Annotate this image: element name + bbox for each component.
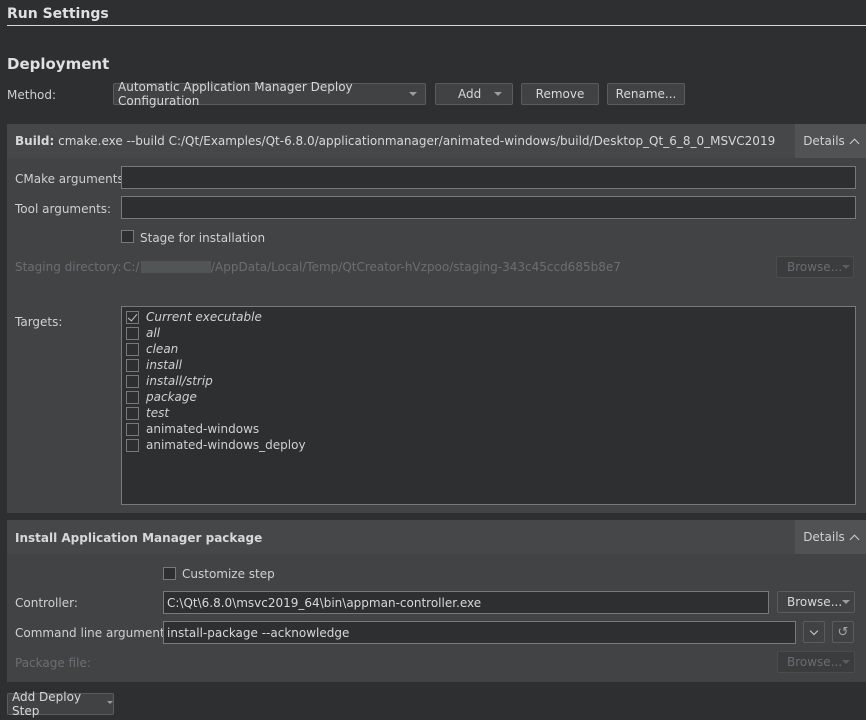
target-label: package	[146, 390, 197, 404]
target-item[interactable]: animated-windows	[126, 421, 259, 437]
chevron-down-icon	[809, 626, 819, 635]
target-label: clean	[146, 342, 179, 356]
controller-browse-button[interactable]: Browse...	[777, 591, 855, 613]
controller-label: Controller:	[15, 596, 78, 610]
method-select-value: Automatic Application Manager Deploy Con…	[118, 80, 353, 108]
tool-args-input[interactable]	[121, 196, 856, 219]
package-browse-button[interactable]: Browse...	[777, 651, 855, 673]
targets-list[interactable]: Current executable all clean install install…	[121, 306, 856, 505]
staging-directory-path: /AppData/Local/Temp/QtCreator-hVzpoo/sta…	[211, 260, 621, 274]
targets-label: Targets:	[15, 315, 63, 329]
target-item[interactable]: animated-windows_deploy	[126, 437, 306, 453]
target-item[interactable]: all	[126, 325, 160, 341]
target-checkbox[interactable]	[126, 390, 139, 404]
remove-button[interactable]: Remove	[521, 83, 599, 105]
section-title: Deployment	[7, 55, 110, 73]
target-label: all	[146, 326, 161, 340]
details-label: Details	[803, 134, 845, 148]
customize-step-checkbox[interactable]	[163, 567, 176, 580]
dropdown-arrow-icon	[842, 265, 851, 269]
target-checkbox[interactable]	[126, 310, 139, 324]
cmdline-expand-button[interactable]	[803, 621, 825, 643]
target-checkbox[interactable]	[126, 342, 139, 356]
page-title: Run Settings	[7, 6, 109, 22]
add-deploy-step-button[interactable]: Add Deploy Step	[7, 690, 114, 718]
install-step-title: Install Application Manager package	[15, 531, 263, 545]
install-details-toggle[interactable]: Details	[795, 520, 866, 554]
cmdline-args-label: Command line arguments:	[15, 626, 175, 640]
build-prefix: Build:	[15, 134, 55, 148]
target-checkbox[interactable]	[126, 438, 139, 452]
stage-for-installation-checkbox[interactable]	[121, 230, 134, 243]
package-file-label: Package file:	[15, 656, 91, 670]
target-checkbox[interactable]	[126, 422, 139, 436]
target-checkbox[interactable]	[126, 374, 139, 388]
add-deploy-step-label: Add Deploy Step	[12, 690, 82, 718]
build-step-summary: Build: cmake.exe --build C:/Qt/Examples/…	[15, 134, 775, 148]
chevron-up-icon	[849, 534, 860, 544]
method-label: Method:	[7, 88, 57, 102]
browse-label: Browse...	[787, 655, 843, 669]
target-item[interactable]: install	[126, 357, 182, 373]
tool-args-label: Tool arguments:	[15, 202, 112, 216]
target-item[interactable]: Current executable	[126, 309, 262, 325]
cmdline-reset-button[interactable]: ↺	[832, 621, 854, 643]
rename-button[interactable]: Rename...	[607, 83, 685, 105]
dropdown-arrow-icon	[409, 92, 417, 96]
target-item[interactable]: install/strip	[126, 373, 213, 389]
controller-input[interactable]: C:\Qt\6.8.0\msvc2019_64\bin\appman-contr…	[163, 591, 769, 614]
target-item[interactable]: test	[126, 405, 169, 421]
target-checkbox[interactable]	[126, 406, 139, 420]
staging-directory-prefix: C:/	[123, 260, 140, 274]
method-select[interactable]: Automatic Application Manager Deploy Con…	[113, 80, 426, 108]
target-item[interactable]: clean	[126, 341, 178, 357]
add-button-label: Add	[458, 87, 482, 101]
dropdown-arrow-icon	[107, 700, 113, 704]
target-label: install/strip	[146, 374, 213, 388]
dropdown-arrow-icon	[842, 600, 851, 604]
dropdown-arrow-icon	[494, 92, 502, 96]
browse-label: Browse...	[787, 260, 843, 274]
browse-label: Browse...	[787, 595, 843, 609]
reset-icon: ↺	[837, 624, 849, 640]
build-details-toggle[interactable]: Details	[795, 124, 866, 158]
details-label: Details	[803, 530, 845, 544]
staging-browse-button[interactable]: Browse...	[776, 256, 854, 278]
target-label: animated-windows	[146, 422, 260, 436]
add-button[interactable]: Add	[435, 83, 513, 105]
target-label: install	[146, 358, 182, 372]
chevron-up-icon	[849, 138, 860, 148]
target-checkbox[interactable]	[126, 358, 139, 372]
target-label: Current executable	[146, 310, 262, 324]
cmake-args-input[interactable]	[121, 166, 856, 189]
build-command: cmake.exe --build C:/Qt/Examples/Qt-6.8.…	[58, 134, 776, 148]
dropdown-arrow-icon	[842, 660, 851, 664]
title-divider	[7, 25, 866, 26]
stage-for-installation-label: Stage for installation	[140, 231, 266, 245]
target-label: animated-windows_deploy	[146, 438, 306, 452]
customize-step-label: Customize step	[182, 567, 275, 581]
cmake-args-label: CMake arguments:	[15, 172, 128, 186]
target-label: test	[146, 406, 170, 420]
target-checkbox[interactable]	[126, 326, 139, 340]
cmdline-args-input[interactable]: install-package --acknowledge	[163, 621, 796, 644]
staging-directory-label: Staging directory:	[15, 260, 122, 274]
redacted-username	[141, 261, 211, 273]
target-item[interactable]: package	[126, 389, 197, 405]
